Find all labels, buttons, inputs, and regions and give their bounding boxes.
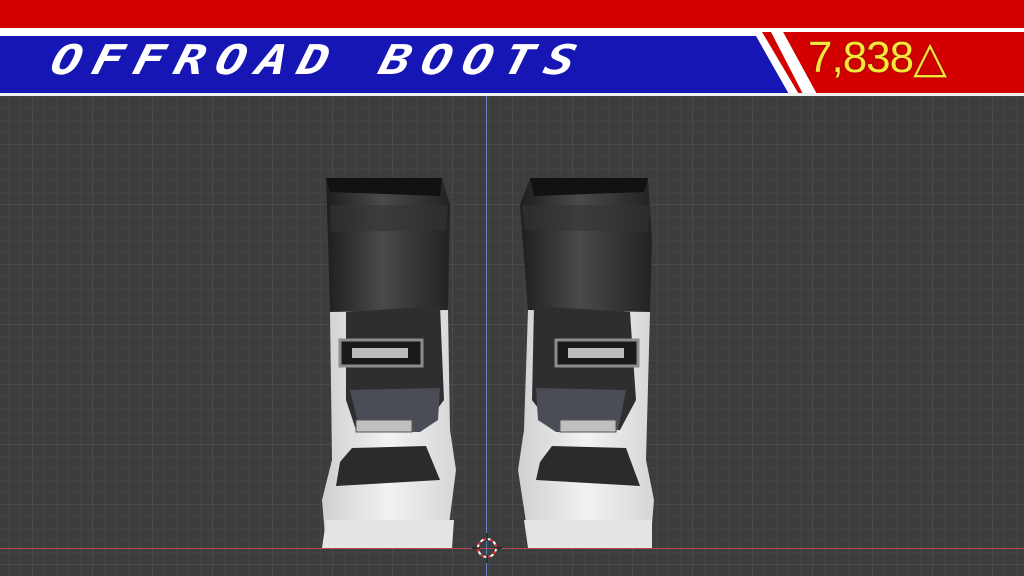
price-label: 7,838△ [808, 33, 947, 82]
page-title: OFFROAD BOOTS [46, 36, 593, 84]
left-boot [322, 178, 456, 548]
3d-cursor-icon[interactable] [472, 533, 502, 563]
right-boot [518, 178, 654, 548]
title-banner: OFFROAD BOOTS 7,838△ [0, 0, 1024, 96]
